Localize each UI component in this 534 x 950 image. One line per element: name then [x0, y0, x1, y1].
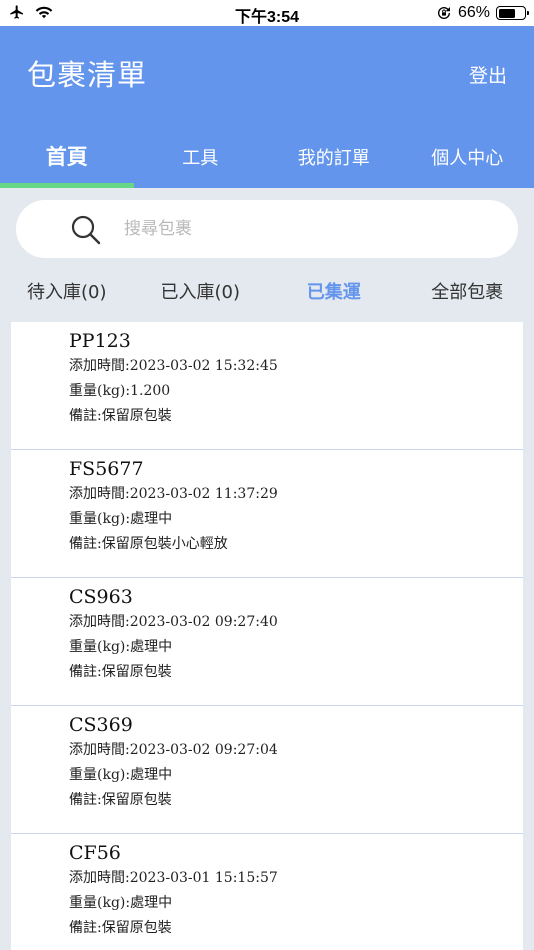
package-item[interactable]: CS963 添加時間:2023-03-02 09:27:40 重量(kg):處理… — [11, 578, 523, 706]
package-note: 備註:保留原包裝 — [69, 792, 172, 808]
package-added-time: 添加時間:2023-03-01 15:15:57 — [69, 870, 278, 886]
package-weight: 重量(kg):處理中 — [69, 895, 173, 911]
status-bar: 下午3:54 66% — [0, 0, 534, 26]
filter-pending-storage[interactable]: 待入庫(0) — [0, 270, 134, 310]
package-list: PP123 添加時間:2023-03-02 15:32:45 重量(kg):1.… — [11, 322, 523, 950]
package-item[interactable]: CS369 添加時間:2023-03-02 09:27:04 重量(kg):處理… — [11, 706, 523, 834]
battery-percent: 66% — [457, 4, 490, 21]
battery-icon — [496, 6, 529, 20]
tab-personal-center[interactable]: 個人中心 — [401, 131, 534, 183]
filter-consolidated[interactable]: 已集運 — [267, 270, 401, 310]
package-added-time: 添加時間:2023-03-02 15:32:45 — [69, 358, 278, 374]
package-id: PP123 — [69, 330, 131, 352]
package-added-time: 添加時間:2023-03-02 11:37:29 — [69, 486, 278, 502]
tab-bar: 首頁 工具 我的訂單 個人中心 — [0, 131, 534, 183]
package-item[interactable]: FS5677 添加時間:2023-03-02 11:37:29 重量(kg):處… — [11, 450, 523, 578]
package-weight: 重量(kg):處理中 — [69, 639, 173, 655]
package-item[interactable]: CF56 添加時間:2023-03-01 15:15:57 重量(kg):處理中… — [11, 834, 523, 950]
package-note: 備註:保留原包裝 — [69, 920, 172, 936]
package-added-time: 添加時間:2023-03-02 09:27:04 — [69, 742, 278, 758]
tab-home[interactable]: 首頁 — [0, 131, 134, 183]
search-icon — [71, 215, 101, 245]
package-note: 備註:保留原包裝 — [69, 664, 172, 680]
package-id: FS5677 — [69, 458, 144, 480]
active-tab-indicator — [0, 183, 134, 188]
status-right: 66% — [436, 4, 529, 22]
logout-button[interactable]: 登出 — [469, 61, 507, 88]
filter-all-packages[interactable]: 全部包裹 — [401, 270, 534, 310]
package-added-time: 添加時間:2023-03-02 09:27:40 — [69, 614, 278, 630]
tab-tools[interactable]: 工具 — [134, 131, 268, 183]
tab-my-orders[interactable]: 我的訂單 — [267, 131, 401, 183]
package-weight: 重量(kg):處理中 — [69, 511, 173, 527]
package-id: CS963 — [69, 586, 133, 608]
package-id: CF56 — [69, 842, 121, 864]
package-item[interactable]: PP123 添加時間:2023-03-02 15:32:45 重量(kg):1.… — [11, 322, 523, 450]
package-note: 備註:保留原包裝小心輕放 — [69, 536, 228, 552]
package-weight: 重量(kg):1.200 — [69, 383, 171, 399]
page-title: 包裹清單 — [27, 58, 148, 92]
rotation-lock-icon — [437, 7, 450, 19]
app-header: 包裹清單 登出 首頁 工具 我的訂單 個人中心 — [0, 26, 534, 188]
filter-in-storage[interactable]: 已入庫(0) — [134, 270, 268, 310]
package-weight: 重量(kg):處理中 — [69, 767, 173, 783]
search-input[interactable] — [124, 212, 494, 246]
package-id: CS369 — [69, 714, 133, 736]
status-filter-bar: 待入庫(0) 已入庫(0) 已集運 全部包裹 — [0, 270, 534, 310]
battery-fill — [498, 8, 515, 18]
search-bar[interactable] — [16, 200, 518, 258]
package-note: 備註:保留原包裝 — [69, 408, 172, 424]
